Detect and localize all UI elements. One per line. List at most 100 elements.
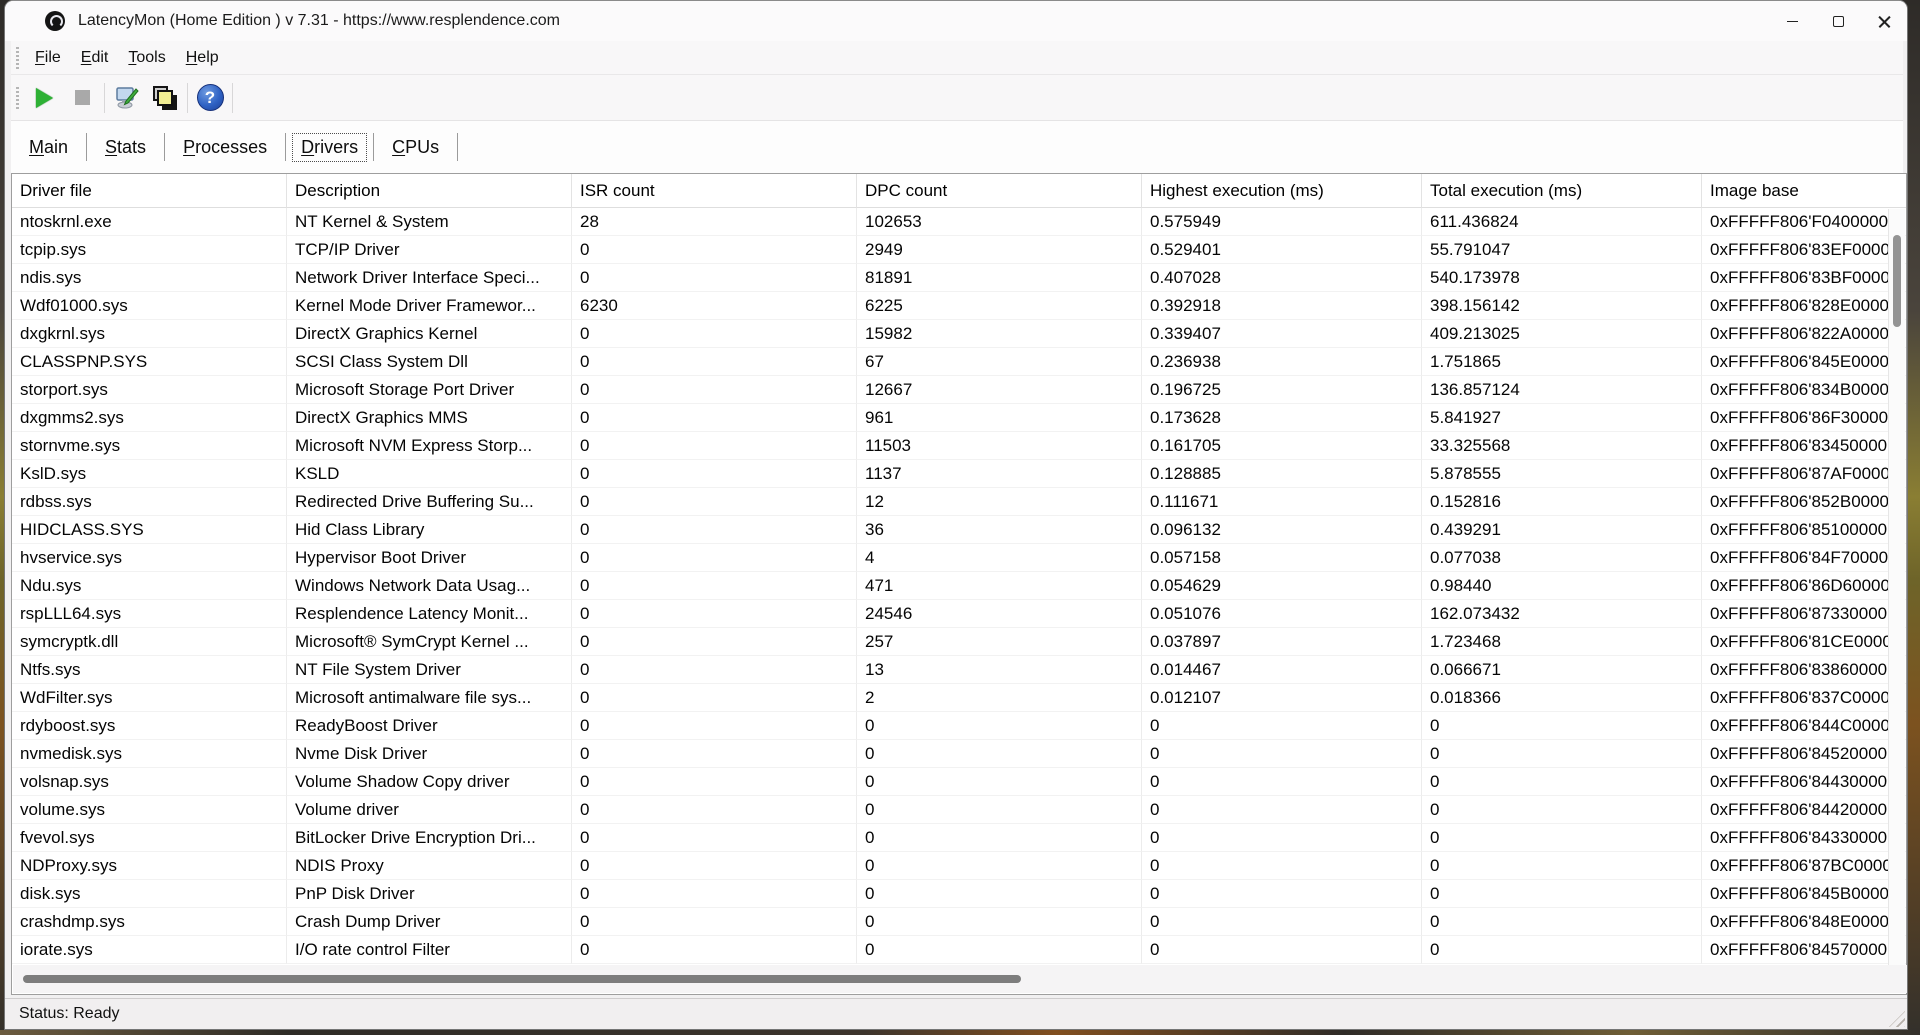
title-bar: LatencyMon (Home Edition ) v 7.31 - http… [5, 1, 1907, 41]
table-row[interactable]: symcryptk.dllMicrosoft® SymCrypt Kernel … [12, 628, 1906, 656]
table-row[interactable]: WdFilter.sysMicrosoft antimalware file s… [12, 684, 1906, 712]
table-row[interactable]: Ntfs.sysNT File System Driver0130.014467… [12, 656, 1906, 684]
table-row[interactable]: NDProxy.sysNDIS Proxy00000xFFFFF806'87BC… [12, 852, 1906, 880]
toolbar-gripper[interactable] [16, 87, 19, 109]
table-cell: 0.057158 [1142, 544, 1422, 572]
table-cell: 12667 [857, 376, 1142, 404]
copy-layers-icon [153, 86, 177, 110]
tab-processes[interactable]: Processes [171, 133, 279, 162]
table-cell: 0.98440 [1422, 572, 1702, 600]
table-cell: 0xFFFFF806'87BC0000 [1702, 852, 1906, 880]
table-cell: 0 [857, 824, 1142, 852]
table-row[interactable]: CLASSPNP.SYSSCSI Class System Dll0670.23… [12, 348, 1906, 376]
column-header-description[interactable]: Description [287, 174, 572, 208]
table-cell: 0 [572, 852, 857, 880]
table-cell: 0 [1142, 712, 1422, 740]
help-button[interactable]: ? [191, 80, 229, 116]
table-cell: 0xFFFFF806'828E0000 [1702, 292, 1906, 320]
table-cell: ndis.sys [12, 264, 287, 292]
column-header-dpc-count[interactable]: DPC count [857, 174, 1142, 208]
column-header-driver-file[interactable]: Driver file [12, 174, 287, 208]
table-cell: NT File System Driver [287, 656, 572, 684]
table-cell: 0.439291 [1422, 516, 1702, 544]
table-row[interactable]: hvservice.sysHypervisor Boot Driver040.0… [12, 544, 1906, 572]
table-cell: 0xFFFFF806'84430000 [1702, 768, 1906, 796]
table-row[interactable]: rdbss.sysRedirected Drive Buffering Su..… [12, 488, 1906, 516]
tab-cpus[interactable]: CPUs [380, 133, 451, 162]
table-cell: 0 [1422, 740, 1702, 768]
table-cell: KslD.sys [12, 460, 287, 488]
menu-file-label: ile [45, 49, 61, 66]
horizontal-scrollbar-thumb[interactable] [23, 975, 1021, 983]
table-cell: 0 [572, 376, 857, 404]
table-cell: rdyboost.sys [12, 712, 287, 740]
tab-main[interactable]: Main [17, 133, 80, 162]
table-cell: 0.051076 [1142, 600, 1422, 628]
table-row[interactable]: rdyboost.sysReadyBoost Driver00000xFFFFF… [12, 712, 1906, 740]
vertical-scrollbar-thumb[interactable] [1893, 235, 1901, 327]
column-header-total-execution[interactable]: Total execution (ms) [1422, 174, 1702, 208]
table-row[interactable]: disk.sysPnP Disk Driver00000xFFFFF806'84… [12, 880, 1906, 908]
tab-stats[interactable]: Stats [93, 133, 158, 162]
start-monitor-button[interactable] [25, 80, 63, 116]
table-row[interactable]: ntoskrnl.exeNT Kernel & System281026530.… [12, 208, 1906, 236]
table-row[interactable]: HIDCLASS.SYSHid Class Library0360.096132… [12, 516, 1906, 544]
table-cell: 0 [857, 796, 1142, 824]
menu-file[interactable]: File [25, 45, 71, 71]
menubar-gripper[interactable] [16, 47, 19, 69]
table-cell: Hid Class Library [287, 516, 572, 544]
table-row[interactable]: volume.sysVolume driver00000xFFFFF806'84… [12, 796, 1906, 824]
table-row[interactable]: KslD.sysKSLD011370.1288855.8785550xFFFFF… [12, 460, 1906, 488]
table-row[interactable]: ndis.sysNetwork Driver Interface Speci..… [12, 264, 1906, 292]
close-button[interactable] [1861, 1, 1907, 41]
table-row[interactable]: Ndu.sysWindows Network Data Usag...04710… [12, 572, 1906, 600]
table-row[interactable]: dxgmms2.sysDirectX Graphics MMS09610.173… [12, 404, 1906, 432]
table-cell: Ntfs.sys [12, 656, 287, 684]
window-controls [1769, 1, 1907, 41]
table-row[interactable]: crashdmp.sysCrash Dump Driver00000xFFFFF… [12, 908, 1906, 936]
table-row[interactable]: fvevol.sysBitLocker Drive Encryption Dri… [12, 824, 1906, 852]
table-cell: 2 [857, 684, 1142, 712]
vertical-scrollbar[interactable] [1888, 209, 1905, 966]
table-cell: 0xFFFFF806'845E0000 [1702, 348, 1906, 376]
table-cell: 0.407028 [1142, 264, 1422, 292]
table-cell: volsnap.sys [12, 768, 287, 796]
menu-tools[interactable]: Tools [118, 45, 175, 71]
table-row[interactable]: dxgkrnl.sysDirectX Graphics Kernel015982… [12, 320, 1906, 348]
table-row[interactable]: iorate.sysI/O rate control Filter00000xF… [12, 936, 1906, 964]
table-row[interactable]: stornvme.sysMicrosoft NVM Express Storp.… [12, 432, 1906, 460]
table-row[interactable]: rspLLL64.sysResplendence Latency Monit..… [12, 600, 1906, 628]
table-cell: 33.325568 [1422, 432, 1702, 460]
tab-drivers[interactable]: Drivers [292, 133, 367, 162]
table-cell: 0 [1142, 824, 1422, 852]
table-cell: DirectX Graphics MMS [287, 404, 572, 432]
table-row[interactable]: nvmedisk.sysNvme Disk Driver00000xFFFFF8… [12, 740, 1906, 768]
table-cell: 13 [857, 656, 1142, 684]
table-cell: 136.857124 [1422, 376, 1702, 404]
table-cell: KSLD [287, 460, 572, 488]
table-cell: NDProxy.sys [12, 852, 287, 880]
menu-help[interactable]: Help [176, 45, 229, 71]
column-header-image-base[interactable]: Image base [1702, 174, 1906, 208]
table-cell: 0 [857, 712, 1142, 740]
table-row[interactable]: storport.sysMicrosoft Storage Port Drive… [12, 376, 1906, 404]
menu-edit[interactable]: Edit [71, 45, 119, 71]
maximize-button[interactable] [1815, 1, 1861, 41]
minimize-button[interactable] [1769, 1, 1815, 41]
table-row[interactable]: volsnap.sysVolume Shadow Copy driver0000… [12, 768, 1906, 796]
table-row[interactable]: tcpip.sysTCP/IP Driver029490.52940155.79… [12, 236, 1906, 264]
table-cell: Crash Dump Driver [287, 908, 572, 936]
horizontal-scrollbar[interactable] [13, 965, 1907, 993]
table-row[interactable]: Wdf01000.sysKernel Mode Driver Framewor.… [12, 292, 1906, 320]
table-cell: dxgkrnl.sys [12, 320, 287, 348]
column-header-isr-count[interactable]: ISR count [572, 174, 857, 208]
edit-report-button[interactable] [108, 80, 146, 116]
column-header-highest-execution[interactable]: Highest execution (ms) [1142, 174, 1422, 208]
table-cell: 0 [857, 936, 1142, 964]
table-cell: 0xFFFFF806'848E0000 [1702, 908, 1906, 936]
tab-separator [457, 133, 458, 161]
stop-monitor-button[interactable] [63, 80, 101, 116]
table-cell: Kernel Mode Driver Framewor... [287, 292, 572, 320]
copy-report-button[interactable] [146, 80, 184, 116]
resize-grip-icon[interactable] [1889, 1011, 1905, 1027]
